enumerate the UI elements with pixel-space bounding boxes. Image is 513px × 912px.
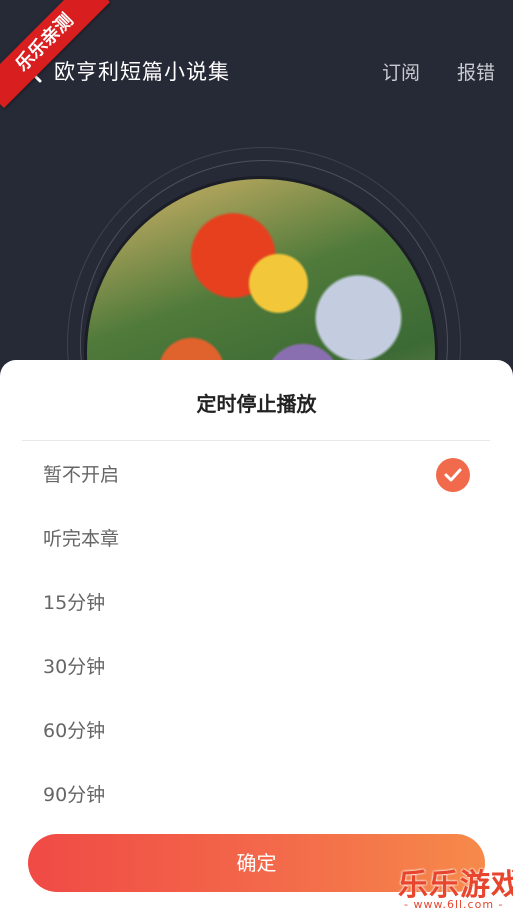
timer-option-end-of-chapter[interactable]: 听完本章 (0, 506, 513, 570)
option-label: 听完本章 (43, 528, 120, 550)
corner-watermark: 乐乐游戏 - www.6ll.com - (396, 860, 513, 912)
divider (22, 440, 490, 441)
option-label: 15分钟 (43, 592, 106, 614)
check-icon (436, 458, 470, 492)
option-label: 90分钟 (43, 784, 106, 806)
subscribe-button[interactable]: 订阅 (382, 58, 420, 85)
timer-option-90min[interactable]: 90分钟 (0, 762, 513, 826)
sheet-title: 定时停止播放 (196, 392, 317, 416)
report-error-button[interactable]: 报错 (457, 58, 495, 85)
timer-option-30min[interactable]: 30分钟 (0, 634, 513, 698)
page-title: 欧亨利短篇小说集 (54, 60, 230, 84)
watermark-url: - www.6ll.com - (404, 898, 504, 911)
option-label: 暂不开启 (43, 464, 120, 486)
option-label: 60分钟 (43, 720, 106, 742)
timer-option-off[interactable]: 暂不开启 (0, 442, 513, 506)
timer-option-60min[interactable]: 60分钟 (0, 698, 513, 762)
timer-bottom-sheet: 定时停止播放 暂不开启 听完本章 15分钟 30分钟 60分钟 90分钟 确定 (0, 360, 513, 912)
option-label: 30分钟 (43, 656, 106, 678)
timer-option-15min[interactable]: 15分钟 (0, 570, 513, 634)
